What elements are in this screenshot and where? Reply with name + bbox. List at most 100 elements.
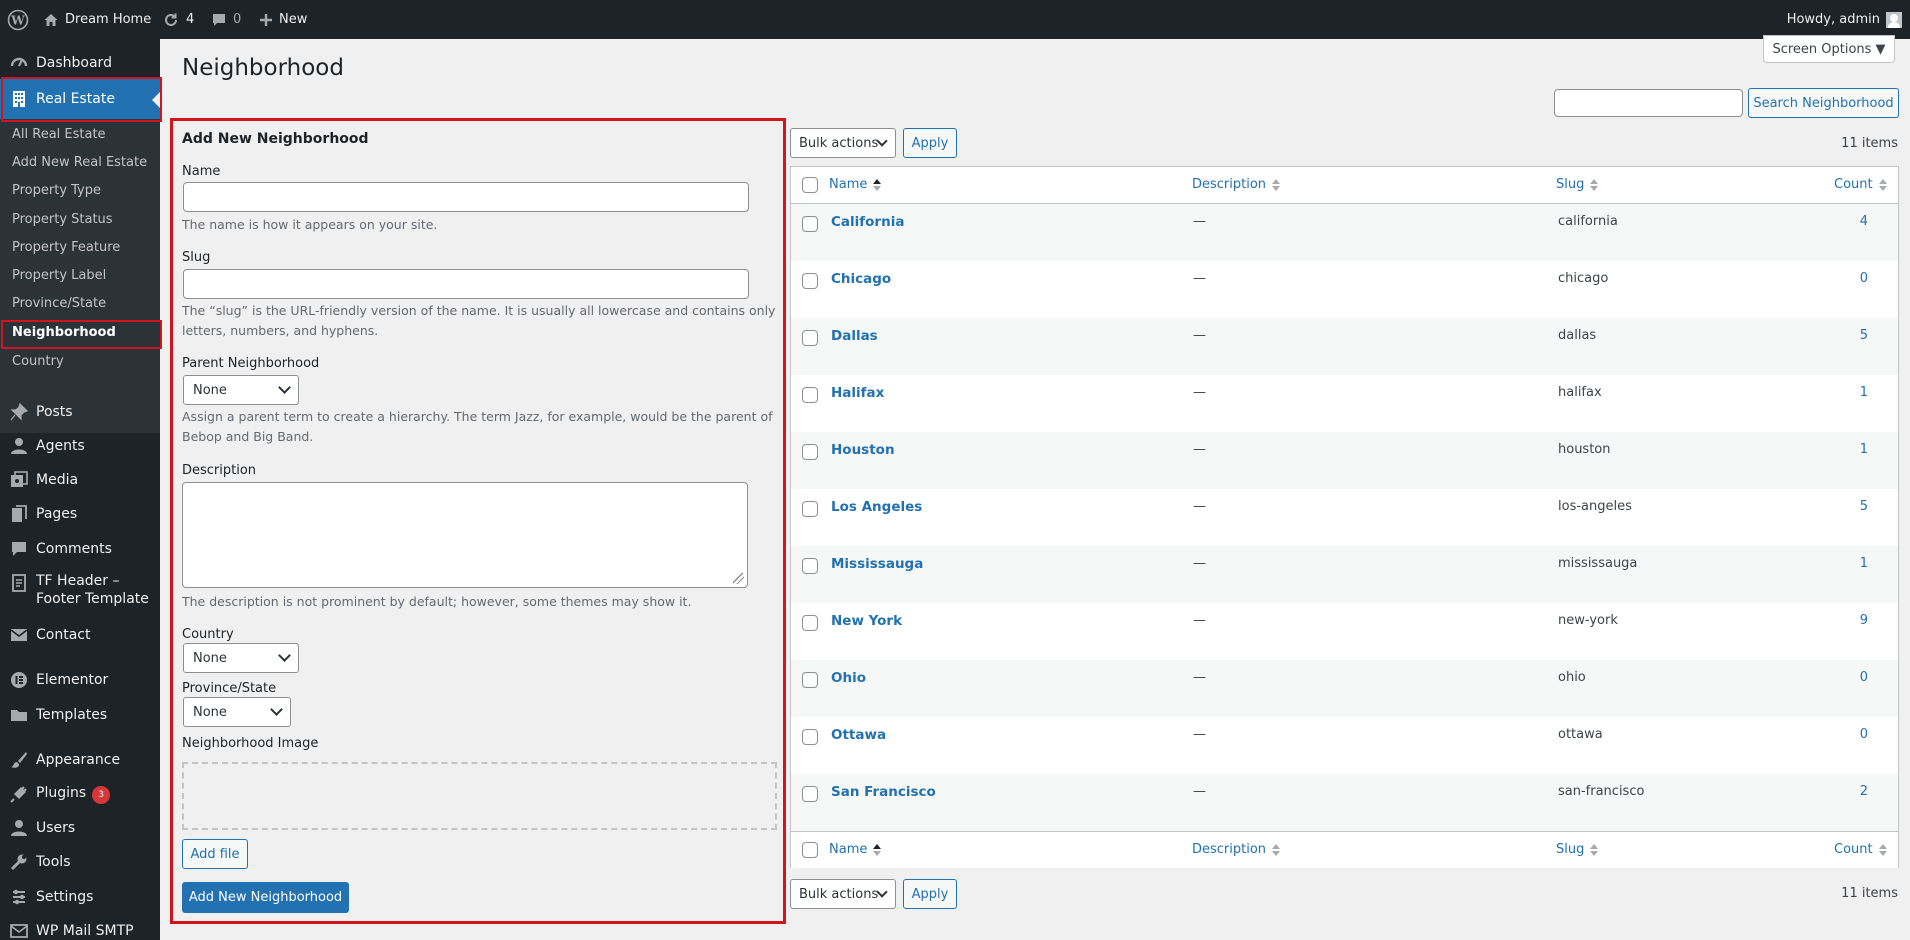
row-count-link[interactable]: 4 bbox=[1860, 214, 1868, 229]
row-name-link[interactable]: Ohio bbox=[831, 670, 866, 686]
submenu-country[interactable]: Country bbox=[12, 354, 64, 369]
apply-button-top[interactable]: Apply bbox=[903, 128, 957, 158]
wordpress-logo-icon[interactable]: W bbox=[7, 0, 29, 39]
menu-tf-header-footer[interactable]: TF Header – Footer Template bbox=[0, 569, 160, 613]
comments-link[interactable]: 0 bbox=[211, 0, 241, 39]
row-name-link[interactable]: California bbox=[831, 214, 904, 230]
menu-plugins[interactable]: Plugins 3 bbox=[0, 778, 160, 810]
apply-button-bottom[interactable]: Apply bbox=[903, 879, 957, 909]
row-checkbox[interactable] bbox=[802, 786, 818, 802]
search-input[interactable] bbox=[1554, 89, 1743, 117]
menu-tools[interactable]: Tools bbox=[0, 846, 160, 878]
row-checkbox[interactable] bbox=[802, 615, 818, 631]
row-name-link[interactable]: Mississauga bbox=[831, 556, 923, 572]
row-checkbox[interactable] bbox=[802, 729, 818, 745]
row-name-link[interactable]: New York bbox=[831, 613, 902, 629]
image-dropzone[interactable] bbox=[182, 762, 777, 830]
menu-posts[interactable]: Posts bbox=[0, 396, 160, 428]
column-count-footer[interactable]: Count bbox=[1834, 842, 1887, 857]
menu-real-estate[interactable]: Real Estate bbox=[0, 79, 160, 119]
bulk-actions-select-top[interactable]: Bulk actions bbox=[790, 128, 896, 158]
row-count-link[interactable]: 2 bbox=[1860, 784, 1868, 799]
name-input[interactable] bbox=[183, 182, 749, 212]
row-checkbox[interactable] bbox=[802, 672, 818, 688]
row-count-link[interactable]: 0 bbox=[1860, 727, 1868, 742]
submenu-all-real-estate[interactable]: All Real Estate bbox=[12, 127, 106, 142]
menu-users[interactable]: Users bbox=[0, 812, 160, 844]
parent-select[interactable]: None bbox=[183, 375, 299, 405]
menu-comments[interactable]: Comments bbox=[0, 533, 160, 565]
menu-dashboard[interactable]: Dashboard bbox=[0, 47, 160, 79]
description-textarea[interactable] bbox=[182, 482, 748, 588]
row-count-link[interactable]: 1 bbox=[1860, 556, 1868, 571]
menu-elementor[interactable]: Elementor bbox=[0, 664, 160, 696]
resize-grip-icon[interactable] bbox=[733, 573, 744, 584]
updates-count: 4 bbox=[186, 12, 195, 27]
submenu-property-type[interactable]: Property Type bbox=[12, 183, 101, 198]
submenu-add-new-real-estate[interactable]: Add New Real Estate bbox=[12, 155, 147, 170]
updates-link[interactable]: 4 bbox=[162, 0, 194, 39]
row-name-link[interactable]: Houston bbox=[831, 442, 895, 458]
column-description-footer[interactable]: Description bbox=[1192, 842, 1281, 857]
row-name-link[interactable]: Los Angeles bbox=[831, 499, 922, 515]
row-name-link[interactable]: Dallas bbox=[831, 328, 878, 344]
menu-settings[interactable]: Settings bbox=[0, 881, 160, 913]
row-name-link[interactable]: Chicago bbox=[831, 271, 891, 287]
submenu-neighborhood[interactable]: Neighborhood bbox=[12, 325, 116, 340]
row-description: — bbox=[1193, 556, 1206, 571]
submenu-property-feature[interactable]: Property Feature bbox=[12, 240, 120, 255]
menu-wp-mail-smtp-label: WP Mail SMTP bbox=[36, 923, 134, 939]
select-all-checkbox-footer[interactable] bbox=[802, 842, 818, 858]
menu-contact[interactable]: Contact bbox=[0, 619, 160, 651]
add-file-button[interactable]: Add file bbox=[182, 839, 248, 869]
column-slug-header[interactable]: Slug bbox=[1556, 177, 1599, 192]
menu-appearance[interactable]: Appearance bbox=[0, 744, 160, 776]
submenu-property-status[interactable]: Property Status bbox=[12, 212, 113, 227]
row-checkbox[interactable] bbox=[802, 273, 818, 289]
screen-options-button[interactable]: Screen Options ▼ bbox=[1763, 35, 1895, 63]
menu-wp-mail-smtp[interactable]: WP Mail SMTP bbox=[0, 915, 160, 940]
row-count-link[interactable]: 0 bbox=[1860, 271, 1868, 286]
row-name-link[interactable]: Ottawa bbox=[831, 727, 886, 743]
row-checkbox[interactable] bbox=[802, 501, 818, 517]
submenu-property-label[interactable]: Property Label bbox=[12, 268, 106, 283]
row-checkbox[interactable] bbox=[802, 216, 818, 232]
menu-users-label: Users bbox=[36, 820, 76, 836]
column-description-header[interactable]: Description bbox=[1192, 177, 1281, 192]
column-name-header[interactable]: Name bbox=[829, 177, 882, 192]
menu-agents[interactable]: Agents bbox=[0, 430, 160, 462]
select-all-checkbox[interactable] bbox=[802, 177, 818, 193]
column-slug-footer[interactable]: Slug bbox=[1556, 842, 1599, 857]
row-count-link[interactable]: 9 bbox=[1860, 613, 1868, 628]
row-checkbox[interactable] bbox=[802, 444, 818, 460]
menu-templates[interactable]: Templates bbox=[0, 699, 160, 731]
row-count-link[interactable]: 1 bbox=[1860, 442, 1868, 457]
bulk-actions-select-bottom[interactable]: Bulk actions bbox=[790, 879, 896, 909]
province-select[interactable]: None bbox=[183, 697, 291, 727]
row-checkbox[interactable] bbox=[802, 558, 818, 574]
row-count-link[interactable]: 5 bbox=[1860, 328, 1868, 343]
row-count-link[interactable]: 1 bbox=[1860, 385, 1868, 400]
row-count-link[interactable]: 0 bbox=[1860, 670, 1868, 685]
parent-help-line-1: Assign a parent term to create a hierarc… bbox=[182, 409, 773, 424]
row-count-link[interactable]: 5 bbox=[1860, 499, 1868, 514]
new-content-link[interactable]: New bbox=[259, 0, 307, 39]
province-label: Province/State bbox=[182, 681, 277, 696]
menu-pages[interactable]: Pages bbox=[0, 498, 160, 530]
site-name-link[interactable]: Dream Home bbox=[43, 0, 151, 39]
search-neighborhood-button[interactable]: Search Neighborhood bbox=[1748, 88, 1899, 118]
row-name-link[interactable]: San Francisco bbox=[831, 784, 936, 800]
my-account-link[interactable]: Howdy, admin bbox=[1787, 0, 1902, 39]
users-icon bbox=[9, 818, 29, 838]
submenu-province-state[interactable]: Province/State bbox=[12, 296, 106, 311]
slug-input[interactable] bbox=[183, 269, 749, 299]
menu-media[interactable]: Media bbox=[0, 464, 160, 496]
add-new-neighborhood-button[interactable]: Add New Neighborhood bbox=[182, 882, 349, 913]
row-name-link[interactable]: Halifax bbox=[831, 385, 884, 401]
row-checkbox[interactable] bbox=[802, 330, 818, 346]
column-name-footer[interactable]: Name bbox=[829, 842, 882, 857]
column-count-header[interactable]: Count bbox=[1834, 177, 1887, 192]
mail-smtp-icon bbox=[9, 921, 29, 940]
row-checkbox[interactable] bbox=[802, 387, 818, 403]
country-select[interactable]: None bbox=[183, 643, 299, 673]
